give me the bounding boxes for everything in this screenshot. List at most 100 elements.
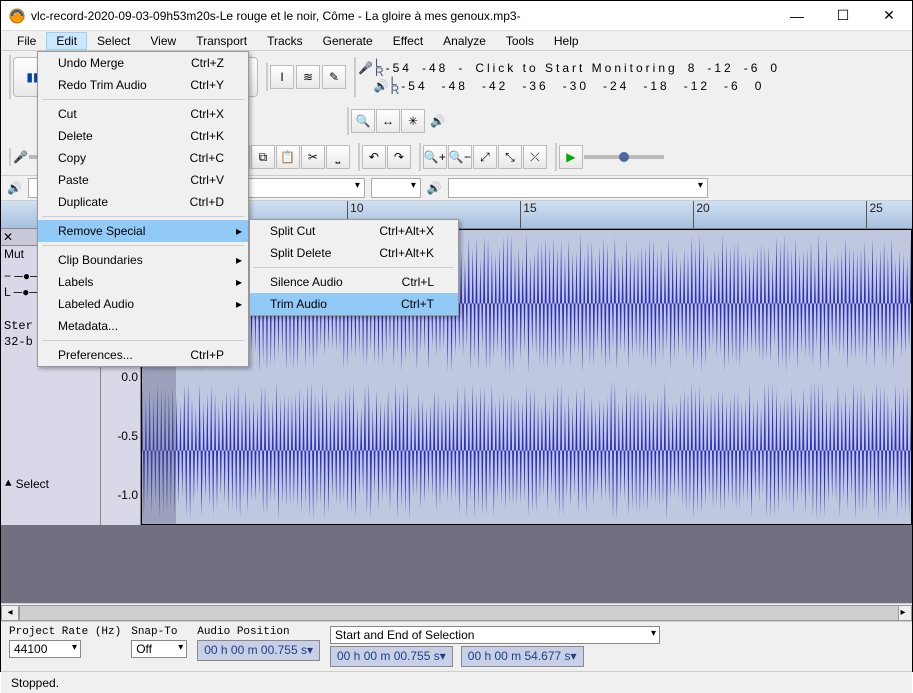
- silence-button[interactable]: ⎵: [326, 145, 350, 169]
- menu-analyze[interactable]: Analyze: [433, 32, 496, 50]
- playback-device-select[interactable]: [448, 178, 708, 198]
- track-collapse-button[interactable]: ▲ Select: [5, 477, 49, 491]
- remove-special-submenu: Split CutCtrl+Alt+XSplit DeleteCtrl+Alt+…: [249, 219, 459, 316]
- speaker-gain-icon: 🔊: [430, 114, 445, 128]
- tools-toolbar-row2: 🔍 ↔ ✳ 🔊: [347, 107, 447, 135]
- paste-button[interactable]: 📋: [276, 145, 300, 169]
- speaker-icon: 🔊: [374, 79, 389, 93]
- menu-item-cut[interactable]: CutCtrl+X: [38, 103, 248, 125]
- meter-lr-label: LR: [375, 59, 384, 77]
- zoom-in-icon: 🔍+: [424, 150, 446, 164]
- track-close-button[interactable]: ✕: [3, 230, 13, 244]
- redo-button[interactable]: ↷: [387, 145, 411, 169]
- menu-transport[interactable]: Transport: [186, 32, 257, 50]
- zoom-in-button[interactable]: 🔍+: [423, 145, 447, 169]
- menu-effect[interactable]: Effect: [383, 32, 433, 50]
- zoom-toggle-icon: ⤫: [530, 150, 540, 165]
- copy-icon: ⧉: [259, 150, 268, 165]
- menu-item-remove-special[interactable]: Remove Special▸: [38, 220, 248, 242]
- selection-end-field[interactable]: 00 h 00 m 54.677 s▾: [461, 646, 584, 667]
- selection-start-field[interactable]: 00 h 00 m 00.755 s▾: [330, 646, 453, 667]
- timeshift-tool-button[interactable]: ↔: [376, 109, 400, 133]
- multitool-icon: ✳: [408, 114, 418, 128]
- waveform-channel-right[interactable]: [142, 377, 911, 524]
- cursor-icon: I: [280, 70, 283, 84]
- undo-redo-toolbar: ↶ ↷: [358, 143, 413, 171]
- menu-tracks[interactable]: Tracks: [257, 32, 313, 50]
- undo-button[interactable]: ↶: [362, 145, 386, 169]
- menu-item-delete[interactable]: DeleteCtrl+K: [38, 125, 248, 147]
- menu-item-split-delete[interactable]: Split DeleteCtrl+Alt+K: [250, 242, 458, 264]
- audio-host-icon: 🔊: [7, 181, 22, 195]
- audio-position-field[interactable]: 00 h 00 m 00.755 s▾: [197, 640, 320, 661]
- menu-item-labeled-audio[interactable]: Labeled Audio▸: [38, 293, 248, 315]
- multi-tool-button[interactable]: ✳: [401, 109, 425, 133]
- play-at-speed-button[interactable]: ▶: [559, 145, 583, 169]
- meter-lr-label: LR: [391, 77, 400, 95]
- menu-item-preferences-[interactable]: Preferences...Ctrl+P: [38, 344, 248, 366]
- menu-bar: FileEditSelectViewTransportTracksGenerat…: [1, 31, 912, 51]
- mic-device-icon: 🎤: [13, 150, 28, 164]
- menu-item-silence-audio[interactable]: Silence AudioCtrl+L: [250, 271, 458, 293]
- trim-icon: ✂: [308, 150, 318, 164]
- menu-item-duplicate[interactable]: DuplicateCtrl+D: [38, 191, 248, 213]
- draw-icon: ✎: [329, 70, 339, 84]
- envelope-tool-button[interactable]: ≋: [296, 65, 320, 89]
- menu-tools[interactable]: Tools: [496, 32, 544, 50]
- fit-selection-button[interactable]: ⤢: [473, 145, 497, 169]
- recording-channels-select[interactable]: [371, 178, 421, 198]
- project-rate-select[interactable]: 44100: [9, 640, 81, 658]
- waveform-svg: [142, 377, 911, 524]
- play-at-speed-toolbar: ▶: [555, 143, 666, 171]
- selection-mode-select[interactable]: Start and End of Selection: [330, 626, 660, 644]
- menu-item-split-cut[interactable]: Split CutCtrl+Alt+X: [250, 220, 458, 242]
- trim-button[interactable]: ✂: [301, 145, 325, 169]
- playback-meter[interactable]: -54-48-42-36-30-24-18-12-60: [401, 79, 764, 93]
- close-button[interactable]: ✕: [866, 1, 912, 31]
- snap-to-label: Snap-To: [131, 626, 187, 638]
- menu-item-trim-audio[interactable]: Trim AudioCtrl+T: [250, 293, 458, 315]
- hscroll-left-button[interactable]: ◂: [1, 605, 19, 621]
- menu-item-labels[interactable]: Labels▸: [38, 271, 248, 293]
- zoom-out-button[interactable]: 🔍−: [448, 145, 472, 169]
- menu-generate[interactable]: Generate: [313, 32, 383, 50]
- menu-file[interactable]: File: [7, 32, 46, 50]
- draw-tool-button[interactable]: ✎: [322, 65, 346, 89]
- hscroll-thumb[interactable]: [19, 605, 899, 621]
- zoom-tool-button[interactable]: 🔍: [351, 109, 375, 133]
- ruler-tick: 25: [866, 201, 882, 228]
- maximize-button[interactable]: ☐: [820, 1, 866, 31]
- zoom-toggle-button[interactable]: ⤫: [523, 145, 547, 169]
- record-meter-toolbar: 🎤 LR -54-48- Click to Start Monitoring 8…: [354, 57, 782, 97]
- menu-item-copy[interactable]: CopyCtrl+C: [38, 147, 248, 169]
- titlebar: vlc-record-2020-09-03-09h53m20s-Le rouge…: [1, 1, 912, 31]
- undo-icon: ↶: [369, 150, 379, 164]
- menu-item-redo-trim-audio[interactable]: Redo Trim AudioCtrl+Y: [38, 74, 248, 96]
- project-rate-label: Project Rate (Hz): [9, 626, 121, 638]
- menu-select[interactable]: Select: [87, 32, 140, 50]
- mute-button[interactable]: Mut: [4, 247, 24, 261]
- selection-tool-button[interactable]: I: [270, 65, 294, 89]
- menu-item-clip-boundaries[interactable]: Clip Boundaries▸: [38, 249, 248, 271]
- mic-icon: 🎤: [358, 61, 373, 75]
- timeshift-icon: ↔: [382, 114, 394, 128]
- horizontal-scrollbar[interactable]: ◂ ▸: [1, 603, 912, 621]
- redo-icon: ↷: [394, 150, 404, 164]
- playback-speed-slider[interactable]: [584, 155, 664, 159]
- menu-view[interactable]: View: [140, 32, 186, 50]
- minimize-button[interactable]: —: [774, 1, 820, 31]
- silence-icon: ⎵: [336, 150, 341, 165]
- snap-to-select[interactable]: Off: [131, 640, 187, 658]
- menu-item-undo-merge[interactable]: Undo MergeCtrl+Z: [38, 52, 248, 74]
- record-meter[interactable]: -54-48- Click to Start Monitoring 8-12-6…: [386, 61, 780, 75]
- menu-item-metadata-[interactable]: Metadata...: [38, 315, 248, 337]
- play-green-icon: ▶: [566, 150, 575, 164]
- empty-track-area[interactable]: [1, 525, 912, 603]
- selection-toolbar: Project Rate (Hz) 44100 Snap-To Off Audi…: [1, 621, 912, 671]
- copy-button[interactable]: ⧉: [251, 145, 275, 169]
- fit-project-button[interactable]: ⤡: [498, 145, 522, 169]
- menu-help[interactable]: Help: [544, 32, 589, 50]
- menu-edit[interactable]: Edit: [46, 32, 87, 50]
- selection-region[interactable]: [142, 377, 176, 524]
- menu-item-paste[interactable]: PasteCtrl+V: [38, 169, 248, 191]
